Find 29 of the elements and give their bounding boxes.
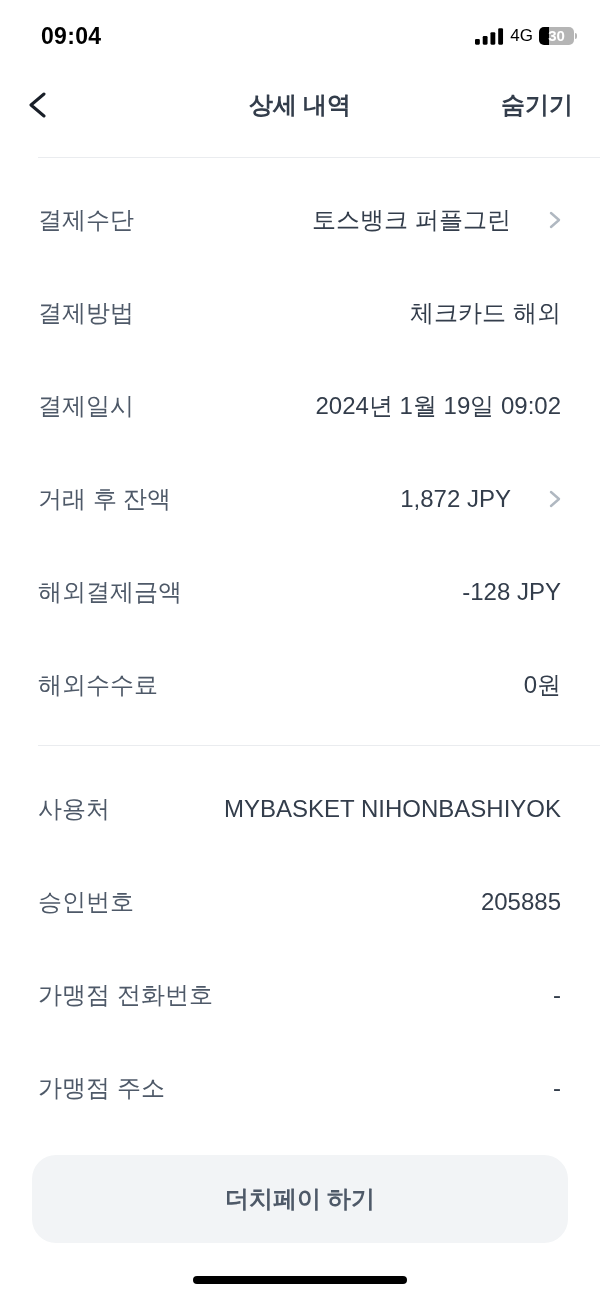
detail-value: -	[553, 1073, 561, 1102]
back-icon[interactable]	[28, 92, 46, 118]
detail-label: 해외수수료	[38, 669, 158, 700]
dutch-pay-button[interactable]: 더치페이 하기	[32, 1155, 568, 1243]
hide-button[interactable]: 숨기기	[501, 89, 573, 121]
detail-value: 205885	[480, 887, 561, 916]
chevron-right-icon[interactable]	[549, 210, 561, 229]
detail-label: 가맹점 전화번호	[38, 979, 213, 1010]
network-label: 4G	[510, 26, 533, 46]
detail-value: -128 JPY	[462, 577, 561, 606]
detail-label: 거래 후 잔액	[38, 483, 172, 514]
detail-value[interactable]: 토스뱅크 퍼플그린	[312, 203, 511, 236]
chevron-right-icon[interactable]	[549, 489, 561, 508]
detail-label: 결제수단	[38, 204, 134, 235]
detail-value: MYBASKET NIHONBASHIYOK	[224, 794, 561, 823]
detail-label: 승인번호	[38, 886, 134, 917]
detail-value: 체크카드 해외	[410, 297, 561, 328]
detail-label: 결제방법	[38, 297, 134, 328]
detail-label: 가맹점 주소	[38, 1072, 165, 1103]
status-time: 09:04	[41, 22, 102, 50]
page-title: 상세 내역	[248, 90, 352, 120]
signal-icon	[475, 27, 505, 45]
detail-value: 0원	[523, 669, 561, 700]
detail-label: 결제일시	[38, 390, 134, 421]
detail-label: 사용처	[38, 793, 110, 824]
detail-value[interactable]: 1,872 JPY	[400, 484, 511, 513]
detail-label: 해외결제금액	[38, 576, 182, 607]
detail-value: -	[553, 980, 561, 1009]
detail-value: 2024년 1월 19일 09:02	[315, 390, 561, 421]
